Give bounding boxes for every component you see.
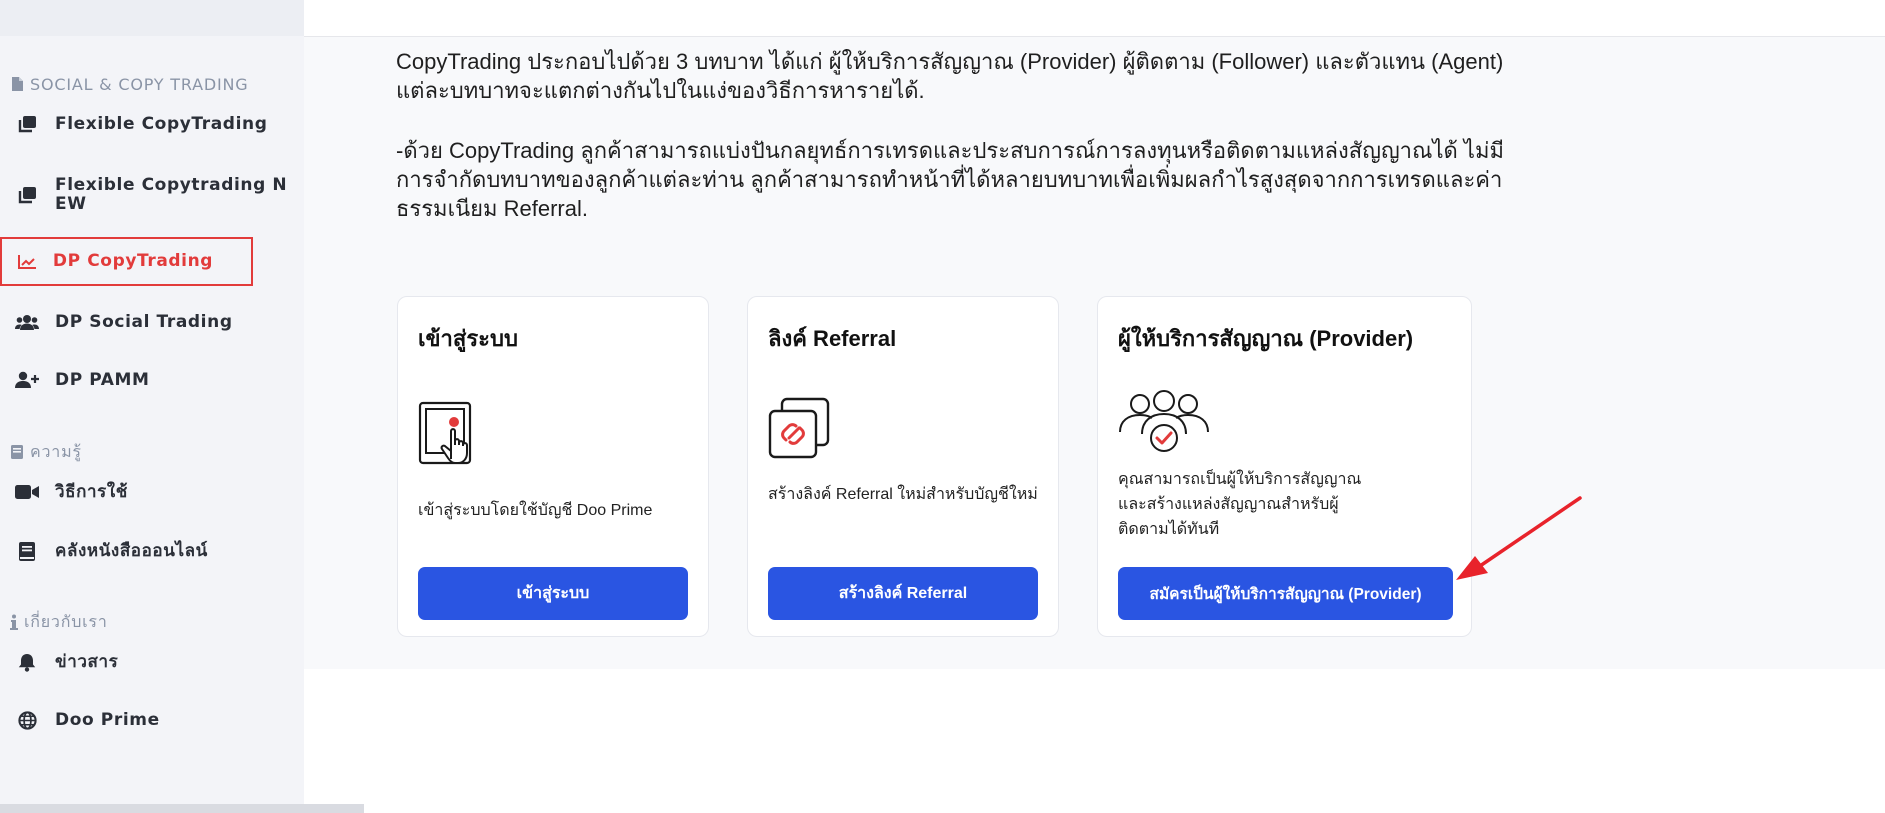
sidebar-item-online-library[interactable]: คลังหนังสือออนไลน์	[0, 527, 300, 575]
sidebar-item-dp-copytrading[interactable]: DP CopyTrading	[0, 237, 253, 286]
card-title: เข้าสู่ระบบ	[418, 326, 518, 351]
register-provider-button[interactable]: สมัครเป็นผู้ให้บริการสัญญาณ (Provider)	[1118, 567, 1453, 620]
sidebar-item-label: ข่าวสาร	[55, 651, 119, 672]
sidebar-item-doo-prime[interactable]: Doo Prime	[0, 696, 300, 744]
card-title: ผู้ให้บริการสัญญาณ (Provider)	[1118, 326, 1414, 351]
info-icon	[10, 614, 18, 630]
section-label: ความรู้	[30, 441, 82, 461]
sidebar-item-dp-pamm[interactable]: DP PAMM	[0, 356, 300, 404]
sidebar-item-label: Flexible Copytrading NEW	[55, 175, 288, 214]
bell-icon	[14, 653, 40, 672]
chart-line-icon	[16, 254, 38, 270]
section-knowledge: ความรู้	[10, 442, 82, 462]
intro-paragraph-benefits: -ด้วย CopyTrading ลูกค้าสามารถแบ่งปันกลย…	[396, 138, 1504, 221]
main-content: CopyTrading ประกอบไปด้วย 3 บทบาท ได้แก่ …	[304, 37, 1885, 669]
sidebar-item-label: DP CopyTrading	[52, 251, 214, 271]
sidebar-item-flexible-copytrading[interactable]: Flexible CopyTrading	[0, 100, 300, 148]
globe-icon	[14, 710, 40, 730]
copy-icon	[14, 186, 40, 204]
sidebar-top-band	[0, 0, 304, 36]
sidebar: SOCIAL & COPY TRADING Flexible CopyTradi…	[0, 0, 364, 813]
book-icon	[14, 541, 40, 561]
card-description: คุณสามารถเป็นผู้ให้บริการสัญญาณและสร้างแ…	[1118, 471, 1362, 538]
user-plus-icon	[14, 371, 40, 389]
provider-card: ผู้ให้บริการสัญญาณ (Provider) คุณสามารถเ…	[1097, 296, 1472, 637]
copy-icon	[14, 115, 40, 133]
link-icon	[768, 397, 832, 465]
sidebar-item-label: วิธีการใช้	[55, 481, 128, 502]
create-referral-link-button[interactable]: สร้างลิงค์ Referral	[768, 567, 1038, 620]
sidebar-item-news[interactable]: ข่าวสาร	[0, 638, 300, 686]
group-check-icon	[1118, 390, 1210, 458]
card-description: เข้าสู่ระบบโดยใช้บัญชี Doo Prime	[418, 502, 653, 519]
section-about-us: เกี่ยวกับเรา	[10, 612, 108, 632]
touch-screen-icon	[418, 401, 476, 471]
sidebar-item-flexible-copytrading-new[interactable]: Flexible Copytrading NEW	[0, 170, 300, 220]
intro-paragraph-roles: CopyTrading ประกอบไปด้วย 3 บทบาท ได้แก่ …	[396, 49, 1504, 103]
section-label: เกี่ยวกับเรา	[24, 611, 108, 631]
annotation-arrow-icon	[1456, 496, 1582, 580]
video-icon	[14, 484, 40, 500]
users-icon	[14, 314, 40, 331]
section-label: SOCIAL & COPY TRADING	[30, 74, 249, 94]
sidebar-item-label: คลังหนังสือออนไลน์	[55, 540, 208, 561]
login-card: เข้าสู่ระบบ เข้าสู่ระบบโดยใช้บัญชี Doo P…	[397, 296, 709, 637]
sidebar-item-label: DP PAMM	[55, 369, 150, 390]
book-icon	[11, 445, 23, 459]
sidebar-item-label: Flexible CopyTrading	[55, 113, 268, 134]
card-title: ลิงค์ Referral	[768, 326, 897, 351]
login-button[interactable]: เข้าสู่ระบบ	[418, 567, 688, 620]
sidebar-item-label: DP Social Trading	[55, 311, 233, 332]
referral-card: ลิงค์ Referral สร้างลิงค์ Referral ใหม่ส…	[747, 296, 1059, 637]
horizontal-scrollbar[interactable]	[0, 804, 364, 813]
top-header-bar	[304, 0, 1885, 37]
section-social-copy-trading: SOCIAL & COPY TRADING	[10, 74, 248, 94]
sidebar-item-how-to-use[interactable]: วิธีการใช้	[0, 468, 300, 516]
sidebar-item-dp-social-trading[interactable]: DP Social Trading	[0, 298, 300, 346]
sidebar-item-label: Doo Prime	[55, 709, 160, 730]
document-icon	[12, 77, 23, 91]
card-description: สร้างลิงค์ Referral ใหม่สำหรับบัญชีใหม่	[768, 486, 1038, 503]
